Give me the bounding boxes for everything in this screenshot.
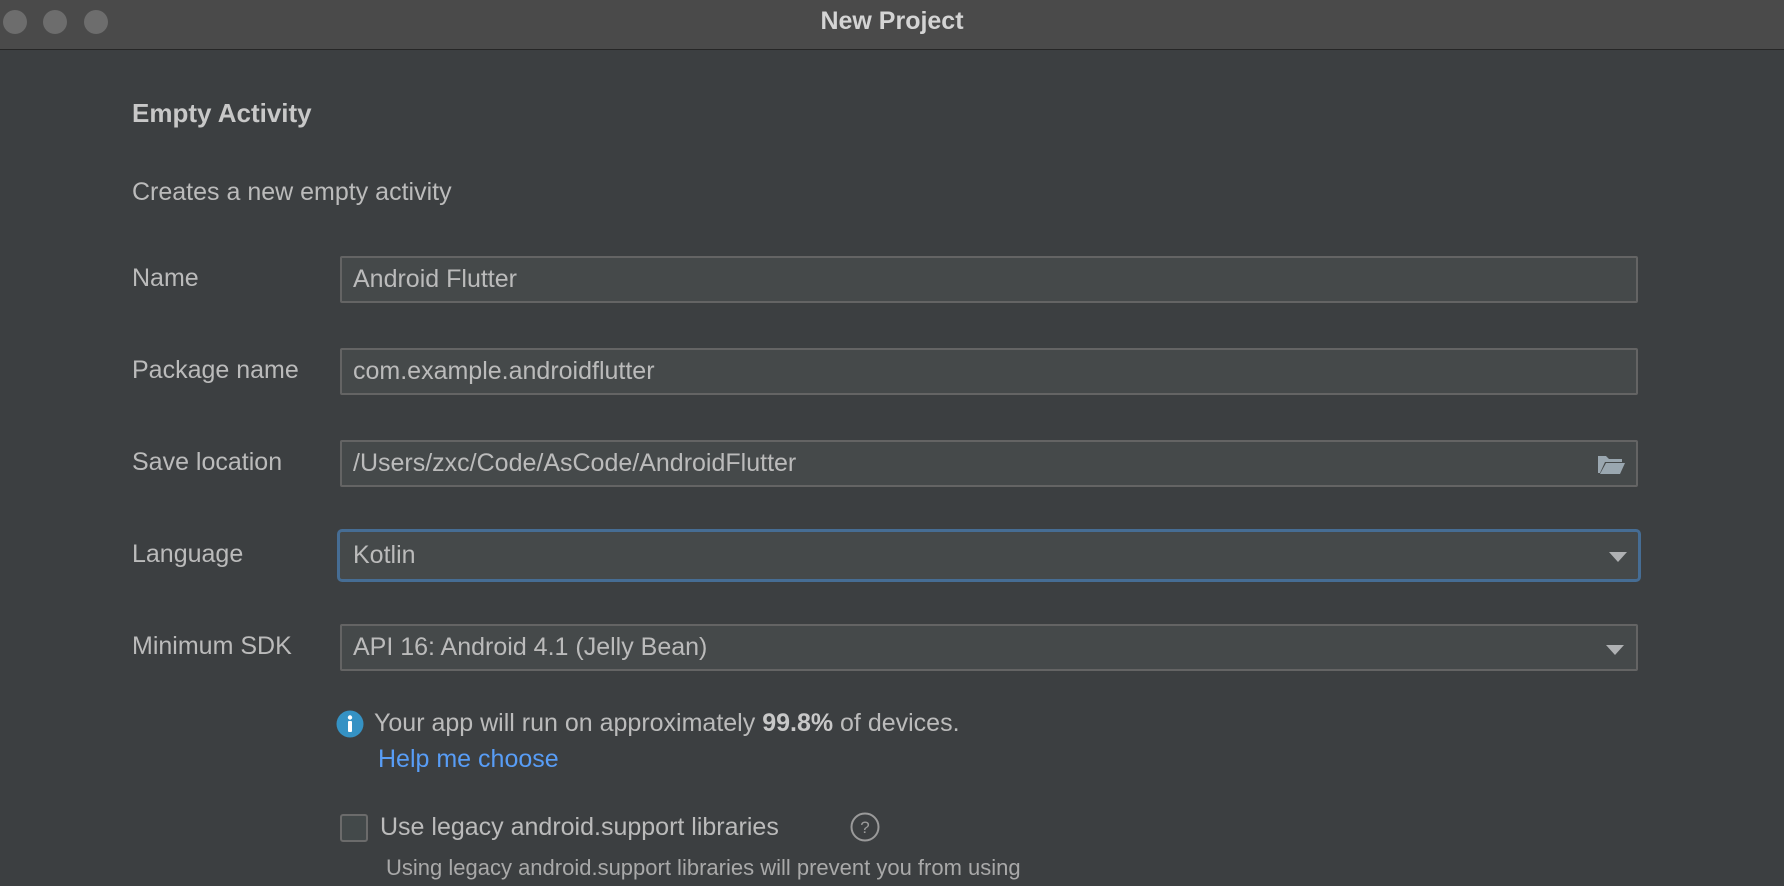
- coverage-percent: 99.8%: [762, 709, 834, 737]
- title-bar: New Project: [0, 0, 1784, 50]
- coverage-suffix: of devices.: [833, 709, 960, 737]
- folder-icon[interactable]: [1596, 452, 1626, 476]
- minimum-sdk-dropdown[interactable]: API 16: Android 4.1 (Jelly Bean): [340, 624, 1638, 671]
- window-title: New Project: [820, 7, 964, 35]
- minimum-sdk-value: API 16: Android 4.1 (Jelly Bean): [353, 633, 708, 661]
- coverage-prefix: Your app will run on approximately: [374, 709, 763, 737]
- question-icon[interactable]: ?: [850, 812, 880, 842]
- language-label: Language: [132, 540, 244, 568]
- template-description: Creates a new empty activity: [132, 178, 452, 206]
- chevron-down-icon: [1609, 552, 1627, 562]
- save-location-field[interactable]: /Users/zxc/Code/AsCode/AndroidFlutter: [340, 440, 1638, 487]
- minimum-sdk-label: Minimum SDK: [132, 632, 292, 660]
- language-dropdown[interactable]: Kotlin: [337, 529, 1641, 582]
- name-label: Name: [132, 264, 199, 292]
- package-name-field[interactable]: com.example.androidflutter: [340, 348, 1638, 395]
- package-name-label: Package name: [132, 356, 299, 384]
- language-value: Kotlin: [353, 541, 416, 569]
- svg-text:?: ?: [860, 818, 869, 837]
- save-location-value: /Users/zxc/Code/AsCode/AndroidFlutter: [353, 449, 797, 477]
- save-location-label: Save location: [132, 448, 283, 476]
- name-field[interactable]: Android Flutter: [340, 256, 1638, 303]
- legacy-support-note: Using legacy android.support libraries w…: [386, 855, 1021, 880]
- name-value: Android Flutter: [353, 265, 517, 293]
- package-name-value: com.example.androidflutter: [353, 357, 655, 385]
- legacy-support-checkbox[interactable]: [340, 814, 368, 842]
- template-heading: Empty Activity: [132, 98, 312, 128]
- info-icon: [336, 710, 364, 738]
- legacy-support-label[interactable]: Use legacy android.support libraries: [380, 813, 779, 842]
- device-coverage-text: Your app will run on approximately 99.8%…: [374, 709, 960, 738]
- help-me-choose-link[interactable]: Help me choose: [378, 745, 559, 774]
- chevron-down-icon: [1606, 645, 1624, 655]
